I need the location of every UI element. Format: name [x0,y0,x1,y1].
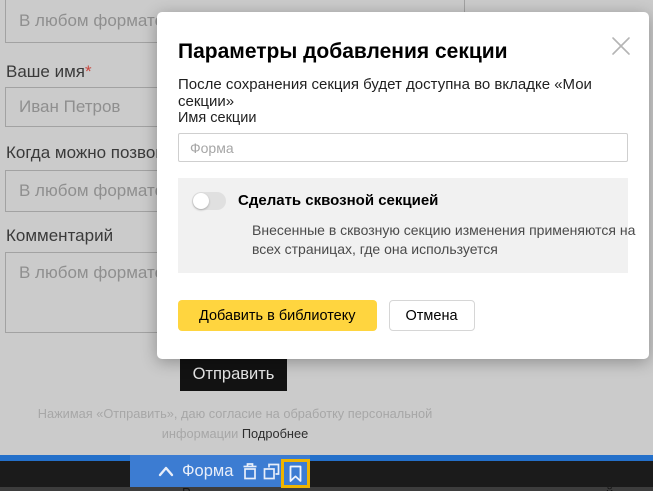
section-name-input[interactable] [178,133,628,162]
consent-text: Нажимая «Отправить», даю согласие на обр… [0,404,470,444]
submit-button[interactable]: Отправить [180,357,287,391]
required-asterisk: * [85,62,92,81]
dialog-subtitle: После сохранения секция будет доступна в… [178,76,649,110]
chevron-up-icon[interactable] [157,465,175,478]
through-section-toggle[interactable] [192,192,226,210]
toggle-knob [193,193,209,209]
text-fragment: Р [182,487,191,491]
consent-more-link[interactable]: Подробнее [242,426,308,441]
text-fragment: й [606,487,613,491]
comment-field-label: Комментарий [6,226,113,246]
close-icon[interactable] [609,34,633,58]
section-name-label[interactable]: Форма [182,462,233,481]
consent-line1: Нажимая «Отправить», даю согласие на обр… [38,406,432,421]
through-section-panel: Сделать сквозной секцией Внесенные в скв… [178,178,628,273]
duplicate-icon[interactable] [263,463,280,480]
bottom-bar [0,461,653,487]
consent-line2: информации [162,426,239,441]
dialog-title: Параметры добавления секции [178,40,508,64]
through-section-description: Внесенные в сквозную секцию изменения пр… [252,221,636,259]
section-toolbar: Форма [130,455,310,487]
add-section-dialog: Параметры добавления секции После сохран… [157,12,649,359]
cancel-button[interactable]: Отмена [389,300,475,331]
call-time-field-label: Когда можно позвон [6,143,165,163]
bookmark-highlight-box [281,459,310,488]
trash-icon[interactable] [242,462,258,480]
add-to-library-button[interactable]: Добавить в библиотеку [178,300,377,331]
name-field-label: Ваше имя* [6,62,92,82]
section-name-field-label: Имя секции [178,110,256,126]
page-fragment-strip: Р й [0,487,653,491]
bookmark-icon[interactable] [288,465,303,483]
dialog-buttons: Добавить в библиотеку Отмена [178,300,475,331]
through-section-toggle-label: Сделать сквозной секцией [238,192,438,210]
